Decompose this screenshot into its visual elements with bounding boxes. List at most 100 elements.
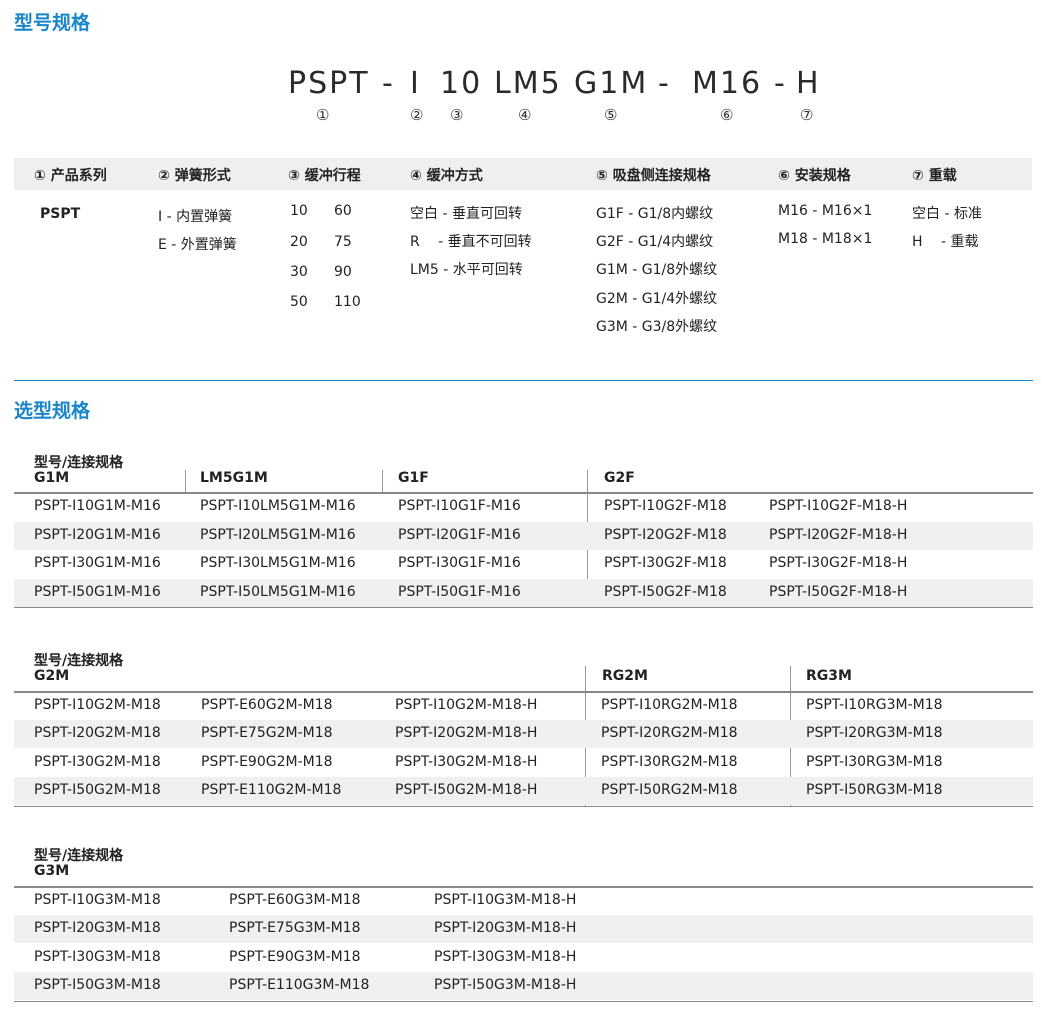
code-part-dash: - xyxy=(658,66,671,101)
spec-header-heavy: ⑦ 重载 xyxy=(912,168,957,184)
table2-title: 型号/连接规格 xyxy=(34,653,124,669)
marker-6: ⑥ xyxy=(720,106,734,124)
table2-cell: PSPT-E110G2M-M18 xyxy=(201,782,342,798)
spec-heavy-value: 空白 - 标准 xyxy=(912,206,982,222)
spec-heavy-value: H - 重载 xyxy=(912,234,979,250)
code-part-connect: G1M xyxy=(574,66,649,101)
table3-cell: PSPT-E90G3M-M18 xyxy=(229,949,361,965)
spec-header-stroke: ③ 缓冲行程 xyxy=(288,168,361,184)
table3-cell: PSPT-I30G3M-M18 xyxy=(34,949,161,965)
spec-connect-value: G1M - G1/8外螺纹 xyxy=(596,262,718,278)
table2-cell: PSPT-I30G2M-M18 xyxy=(34,754,161,770)
table2-cell: PSPT-I10RG3M-M18 xyxy=(806,697,943,713)
section-divider xyxy=(14,380,1033,381)
spec-connect-value: G3M - G3/8外螺纹 xyxy=(596,319,718,335)
code-part-buffer: LM5 xyxy=(494,66,562,101)
marker-2: ② xyxy=(410,106,424,124)
table2-cell: PSPT-I20G2M-M18 xyxy=(34,725,161,741)
table1-cell: PSPT-I30LM5G1M-M16 xyxy=(200,555,356,571)
table1-cell: PSPT-I50G1M-M16 xyxy=(34,584,161,600)
table3-title: 型号/连接规格 xyxy=(34,848,124,864)
table2-cell: PSPT-I10G2M-M18-H xyxy=(395,697,538,713)
model-spec-title: 型号规格 xyxy=(14,12,91,34)
spec-connect-value: G2M - G1/4外螺纹 xyxy=(596,291,718,307)
marker-4: ④ xyxy=(518,106,532,124)
table1-col-separator xyxy=(185,470,186,492)
table2-header-g2m: G2M xyxy=(34,668,70,684)
code-part-series: PSPT xyxy=(288,66,370,101)
table1-cell: PSPT-I50G2F-M18-H xyxy=(769,584,908,600)
spec-buffer-value: R - 垂直不可回转 xyxy=(410,234,532,250)
table3-cell: PSPT-I50G3M-M18 xyxy=(34,977,161,993)
table1-bottom-line xyxy=(14,607,1033,608)
table2-cell: PSPT-I50RG2M-M18 xyxy=(601,782,738,798)
table1-cell: PSPT-I30G1M-M16 xyxy=(34,555,161,571)
table1-cell: PSPT-I20G1M-M16 xyxy=(34,527,161,543)
spec-mount-value: M16 - M16×1 xyxy=(778,203,873,219)
table2-cell: PSPT-I30RG2M-M18 xyxy=(601,754,738,770)
spec-stroke-value: 90 xyxy=(334,264,352,280)
spec-stroke-value: 30 xyxy=(290,264,308,280)
table3-cell: PSPT-I20G3M-M18 xyxy=(34,920,161,936)
spec-header-spring: ② 弹簧形式 xyxy=(158,168,231,184)
table1-cell: PSPT-I50LM5G1M-M16 xyxy=(200,584,356,600)
table1-cell: PSPT-I20LM5G1M-M16 xyxy=(200,527,356,543)
table1-cell: PSPT-I20G2F-M18-H xyxy=(769,527,908,543)
spec-spring-value: E - 外置弹簧 xyxy=(158,237,237,253)
table3-cell: PSPT-I10G3M-M18 xyxy=(34,892,161,908)
table1-cell: PSPT-I10G1M-M16 xyxy=(34,498,161,514)
spec-header-mount: ⑥ 安装规格 xyxy=(778,168,851,184)
table3-cell: PSPT-E110G3M-M18 xyxy=(229,977,370,993)
marker-7: ⑦ xyxy=(800,106,814,124)
table2-top-line xyxy=(14,691,1033,693)
table2-cell: PSPT-I50G2M-M18 xyxy=(34,782,161,798)
code-part-spring: I xyxy=(410,66,421,101)
table1-cell: PSPT-I10G2F-M18-H xyxy=(769,498,908,514)
table1-cell: PSPT-I10G1F-M16 xyxy=(398,498,521,514)
table2-cell: PSPT-I10G2M-M18 xyxy=(34,697,161,713)
spec-buffer-value: 空白 - 垂直可回转 xyxy=(410,206,522,222)
spec-stroke-value: 10 xyxy=(290,203,308,219)
table3-cell: PSPT-E60G3M-M18 xyxy=(229,892,361,908)
table1-header-g2f: G2F xyxy=(604,470,635,486)
spec-header-buffer: ④ 缓冲方式 xyxy=(410,168,483,184)
table1-cell: PSPT-I10LM5G1M-M16 xyxy=(200,498,356,514)
table1-header-g1f: G1F xyxy=(398,470,429,486)
table1-cell: PSPT-I30G2F-M18 xyxy=(604,555,727,571)
table1-col-separator xyxy=(382,470,383,492)
spec-stroke-value: 20 xyxy=(290,234,308,250)
spec-header-connect: ⑤ 吸盘侧连接规格 xyxy=(596,168,711,184)
table2-cell: PSPT-I30G2M-M18-H xyxy=(395,754,538,770)
table2-cell: PSPT-I20RG2M-M18 xyxy=(601,725,738,741)
table2-cell: PSPT-E75G2M-M18 xyxy=(201,725,333,741)
table3-bottom-line xyxy=(14,1001,1033,1002)
spec-series-value: PSPT xyxy=(40,206,81,222)
spec-stroke-value: 50 xyxy=(290,294,308,310)
table2-cell: PSPT-E90G2M-M18 xyxy=(201,754,333,770)
table3-header-g3m: G3M xyxy=(34,863,70,879)
table2-bottom-line xyxy=(14,806,1033,807)
marker-5: ⑤ xyxy=(604,106,618,124)
table3-top-line xyxy=(14,886,1033,888)
table3-cell: PSPT-I50G3M-M18-H xyxy=(434,977,577,993)
table1-title: 型号/连接规格 xyxy=(34,455,124,471)
table1-cell: PSPT-I50G1F-M16 xyxy=(398,584,521,600)
table2-cell: PSPT-I30RG3M-M18 xyxy=(806,754,943,770)
table2-cell: PSPT-I20RG3M-M18 xyxy=(806,725,943,741)
table1-header-g1m: G1M xyxy=(34,470,70,486)
code-part-mount: M16 xyxy=(692,66,763,101)
spec-header-series: ① 产品系列 xyxy=(34,168,107,184)
spec-buffer-value: LM5 - 水平可回转 xyxy=(410,262,523,278)
spec-connect-value: G1F - G1/8内螺纹 xyxy=(596,206,714,222)
code-part-stroke: 10 xyxy=(440,66,483,101)
table2-cell: PSPT-I20G2M-M18-H xyxy=(395,725,538,741)
code-part-heavy: H xyxy=(796,66,821,101)
spec-connect-value: G2F - G1/4内螺纹 xyxy=(596,234,714,250)
table2-cell: PSPT-I50RG3M-M18 xyxy=(806,782,943,798)
marker-3: ③ xyxy=(450,106,464,124)
spec-mount-value: M18 - M18×1 xyxy=(778,231,873,247)
table1-cell: PSPT-I10G2F-M18 xyxy=(604,498,727,514)
table2-cell: PSPT-E60G2M-M18 xyxy=(201,697,333,713)
selection-title: 选型规格 xyxy=(14,400,91,422)
table1-cell: PSPT-I20G2F-M18 xyxy=(604,527,727,543)
